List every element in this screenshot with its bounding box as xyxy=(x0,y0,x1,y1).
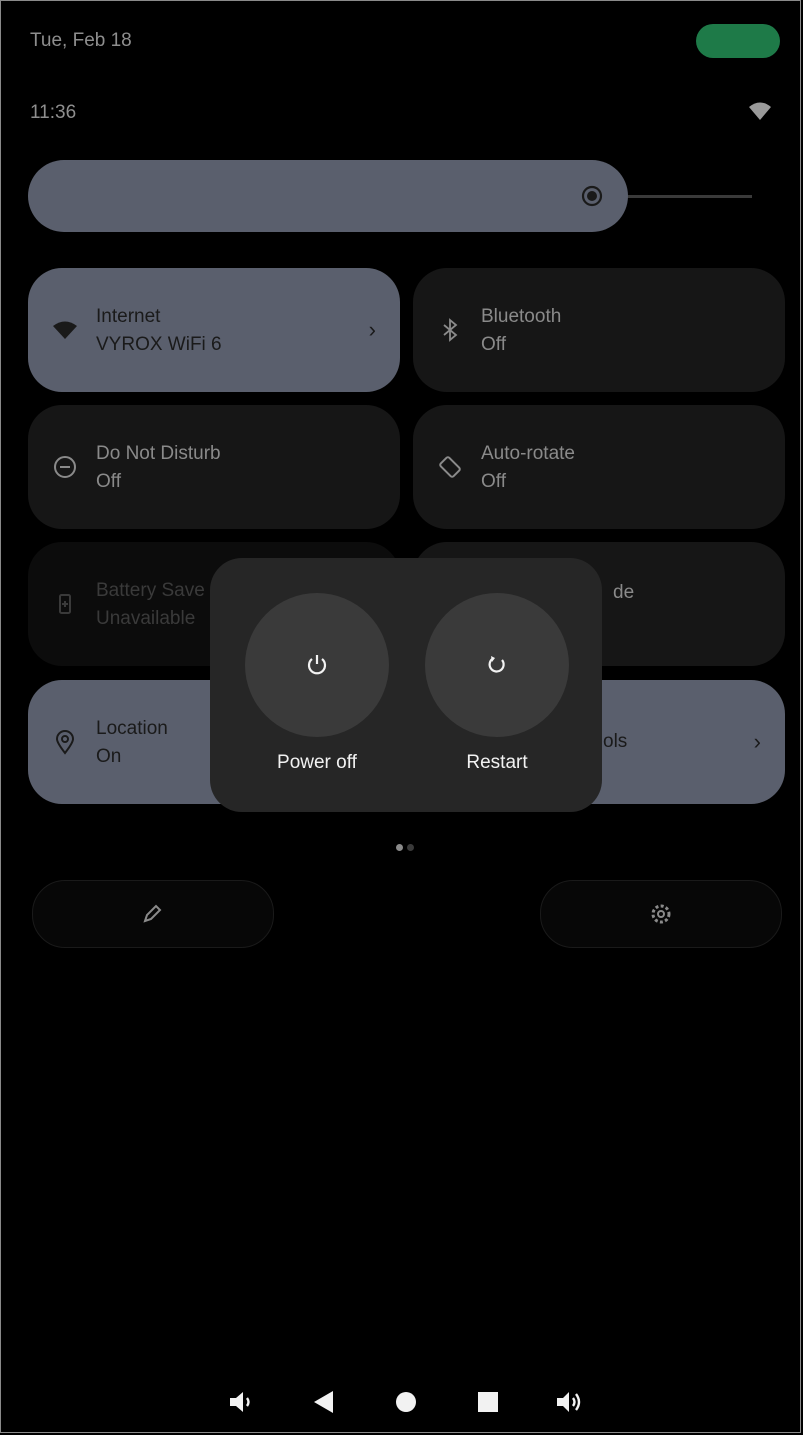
tile-location-subtitle: On xyxy=(96,746,122,767)
power-off-label: Power off xyxy=(277,752,357,773)
power-menu-dialog: Power off Restart xyxy=(210,558,602,812)
tile-bluetooth-title: Bluetooth xyxy=(481,306,562,327)
bluetooth-icon xyxy=(443,318,458,342)
recents-icon[interactable] xyxy=(472,1386,504,1418)
tile-location-title: Location xyxy=(96,718,168,739)
brightness-slider[interactable] xyxy=(28,160,628,232)
auto-rotate-icon xyxy=(439,456,461,478)
tile-row3-right-title: de xyxy=(613,582,635,603)
navigation-bar xyxy=(0,1372,803,1428)
tile-do-not-disturb[interactable]: Do Not Disturb Off xyxy=(28,405,400,529)
tile-dnd-title: Do Not Disturb xyxy=(96,443,221,464)
tile-battery-saver-subtitle: Unavailable xyxy=(96,608,196,629)
wifi-status-icon xyxy=(749,102,771,120)
do-not-disturb-icon xyxy=(54,456,76,478)
brightness-icon xyxy=(581,185,603,207)
back-icon[interactable] xyxy=(308,1386,340,1418)
brightness-track[interactable] xyxy=(620,195,752,198)
volume-down-icon[interactable] xyxy=(226,1386,258,1418)
home-icon[interactable] xyxy=(390,1386,422,1418)
tile-autorotate-title: Auto-rotate xyxy=(481,443,575,464)
tile-battery-saver-title: Battery Save xyxy=(96,580,205,601)
pencil-icon xyxy=(143,904,162,923)
page-dot xyxy=(407,844,414,851)
restart-icon xyxy=(488,656,505,673)
restart-button[interactable] xyxy=(425,593,569,737)
power-icon xyxy=(307,655,327,675)
battery-saver-icon xyxy=(59,594,71,614)
page-indicator xyxy=(396,838,418,856)
location-pin-icon xyxy=(55,730,75,755)
chevron-right-icon: › xyxy=(753,729,761,754)
tile-auto-rotate[interactable]: Auto-rotate Off xyxy=(413,405,785,529)
status-time: 11:36 xyxy=(30,102,77,123)
tile-dnd-subtitle: Off xyxy=(96,471,121,492)
volume-up-icon[interactable] xyxy=(554,1386,586,1418)
tile-internet-subtitle: VYROX WiFi 6 xyxy=(96,334,222,355)
tile-row4-right-title: ols xyxy=(603,731,628,752)
wifi-icon xyxy=(53,321,77,339)
tile-bluetooth-subtitle: Off xyxy=(481,334,506,355)
power-off-button[interactable] xyxy=(245,593,389,737)
settings-button[interactable] xyxy=(540,880,782,948)
tile-bluetooth[interactable]: Bluetooth Off xyxy=(413,268,785,392)
tile-internet-title: Internet xyxy=(96,306,161,327)
status-date: Tue, Feb 18 xyxy=(30,30,132,51)
chevron-right-icon: › xyxy=(368,317,376,342)
battery-indicator xyxy=(696,24,780,58)
page-dot-active xyxy=(396,844,403,851)
gear-icon xyxy=(651,904,671,924)
tile-autorotate-subtitle: Off xyxy=(481,471,506,492)
restart-label: Restart xyxy=(466,752,528,773)
tile-internet[interactable]: Internet VYROX WiFi 6 › xyxy=(28,268,400,392)
edit-button[interactable] xyxy=(32,880,274,948)
